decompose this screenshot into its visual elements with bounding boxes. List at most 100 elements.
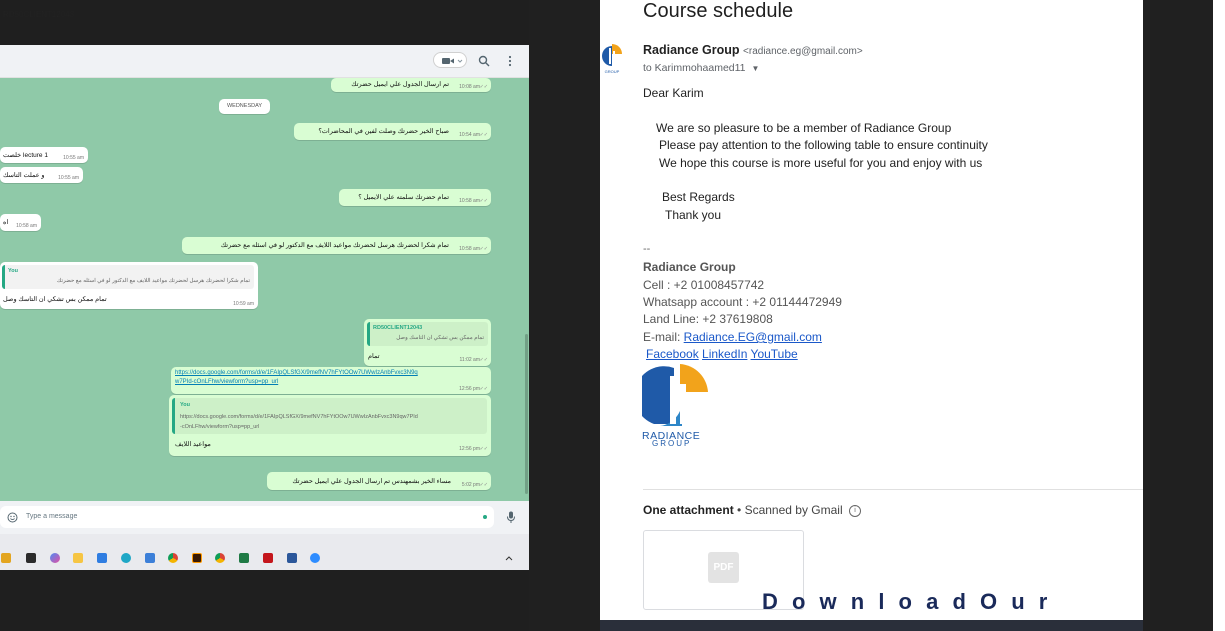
- excel-icon[interactable]: [239, 553, 249, 563]
- signature-name: Radiance Group: [643, 260, 736, 274]
- message-text: خلصت lecture 1: [3, 152, 48, 159]
- quoted-author: You: [8, 268, 18, 274]
- terminal-icon[interactable]: [26, 553, 36, 563]
- body-line: We hope this course is more useful for y…: [659, 156, 983, 170]
- zoom-icon[interactable]: [310, 553, 320, 563]
- double-check-icon: ✓✓: [479, 246, 488, 252]
- network-icon[interactable]: [97, 553, 107, 563]
- store-icon[interactable]: [1, 553, 11, 563]
- message-incoming[interactable]: اه 10:58 am: [0, 214, 41, 231]
- message-time: 10:58 am: [16, 223, 37, 229]
- double-check-icon: ✓✓: [479, 446, 488, 452]
- message-outgoing-reply[interactable]: You https://docs.google.com/forms/d/e/1F…: [169, 395, 491, 456]
- download-banner-text: D o w n l o a d O u r: [762, 589, 1052, 614]
- dark-background: [0, 0, 529, 45]
- dark-background: [0, 570, 529, 631]
- message-time: 10:55 am: [58, 175, 79, 181]
- double-check-icon: ✓✓: [479, 84, 488, 90]
- sender-avatar[interactable]: GROUP: [600, 42, 624, 76]
- pdf-label: PDF: [713, 562, 734, 573]
- form-link-line2[interactable]: w7PId-cOnLFhw/viewform?usp=pp_url: [175, 379, 278, 385]
- status-dot: [483, 515, 487, 519]
- message-text: مواعيد اللايف: [175, 441, 211, 448]
- message-time: 10:54 am: [459, 132, 480, 138]
- signature-landline: Land Line: +2 37619808: [643, 312, 773, 326]
- edge-icon[interactable]: [121, 553, 131, 563]
- attachment-title: One attachment: [643, 503, 734, 517]
- video-camera-icon: [442, 58, 463, 64]
- message-outgoing[interactable]: مساء الخير بشمهندس تم ارسال الجدول علي ا…: [267, 472, 491, 490]
- message-time: 12:56 pm: [459, 386, 480, 392]
- email-label: E-mail:: [643, 330, 684, 344]
- chat-messages-area[interactable]: تم ارسال الجدول علي ايميل حضرتك 10:08 am…: [0, 78, 529, 501]
- quoted-text: تمام ممكن بس تشكي ان التاسك وصل: [396, 335, 484, 341]
- logo-text-group: GROUP: [652, 439, 692, 448]
- recipient-text: to Karimmohaamed11: [643, 62, 746, 74]
- email-link[interactable]: Radiance.EG@gmail.com: [684, 330, 822, 344]
- chevron-up-icon[interactable]: [505, 555, 513, 561]
- message-incoming-reply[interactable]: You تمام شكرا لحضرتك هرسل لحضرتك مواعيد …: [0, 262, 258, 309]
- body-line: We are so pleasure to be a member of Rad…: [656, 121, 952, 135]
- chrome-profile-icon[interactable]: [215, 553, 225, 563]
- microphone-icon[interactable]: [506, 511, 516, 524]
- sender-name[interactable]: Radiance Group: [643, 43, 740, 57]
- quoted-text-line2: -cOnLFhw/viewform?usp=pp_url: [180, 424, 260, 430]
- emoji-icon[interactable]: [7, 512, 18, 523]
- message-text: مساء الخير بشمهندس تم ارسال الجدول علي ا…: [292, 478, 451, 485]
- message-outgoing[interactable]: تمام شكرا لحضرتك هرسل لحضرتك مواعيد اللا…: [182, 237, 491, 254]
- message-text: اه: [3, 219, 9, 226]
- form-link-line1[interactable]: https://docs.google.com/forms/d/e/1FAIpQ…: [175, 370, 418, 376]
- message-outgoing-reply[interactable]: RD50CLIENT12043 تمام ممكن بس تشكي ان الت…: [364, 319, 491, 366]
- message-incoming[interactable]: و عملت التاسك 10:55 am: [0, 167, 83, 183]
- quoted-message[interactable]: RD50CLIENT12043 تمام ممكن بس تشكي ان الت…: [367, 322, 488, 346]
- message-outgoing[interactable]: صباح الخير حضرتك وصلت لفين في المحاضرات؟…: [294, 123, 491, 140]
- message-time: 12:56 pm: [459, 446, 480, 452]
- quoted-message[interactable]: You https://docs.google.com/forms/d/e/1F…: [172, 398, 487, 434]
- regards: Best Regards: [662, 190, 735, 204]
- youtube-link[interactable]: YouTube: [751, 347, 798, 361]
- contact-name[interactable]: RD50CLIENT12043: [3, 10, 74, 19]
- greeting: Dear Karim: [643, 86, 704, 100]
- message-input[interactable]: Type a message: [26, 513, 77, 520]
- double-check-icon: ✓✓: [479, 482, 488, 488]
- double-check-icon: ✓✓: [479, 386, 488, 392]
- illustrator-icon[interactable]: [192, 553, 202, 563]
- notepad-icon[interactable]: [145, 553, 155, 563]
- recipient-line[interactable]: to Karimmohaamed11 ▼: [643, 62, 759, 74]
- quoted-text: تمام شكرا لحضرتك هرسل لحضرتك مواعيد اللا…: [56, 278, 250, 284]
- message-text: تمام حضرتك سلمته علي الايميل ؟: [358, 194, 449, 201]
- message-outgoing-link[interactable]: https://docs.google.com/forms/d/e/1FAIpQ…: [171, 367, 491, 394]
- attachment-header: One attachment • Scanned by Gmail i: [643, 503, 861, 517]
- signature-separator: --: [643, 243, 651, 255]
- signature-cell: Cell : +2 01008457742: [643, 278, 765, 292]
- message-incoming[interactable]: خلصت lecture 1 10:55 am: [0, 147, 88, 163]
- chat-scrollbar[interactable]: [525, 334, 528, 494]
- search-icon[interactable]: [478, 55, 490, 67]
- menu-dots-icon[interactable]: [507, 55, 513, 67]
- chrome-icon[interactable]: [168, 553, 178, 563]
- attachment-divider: [643, 489, 1143, 490]
- message-outgoing[interactable]: تم ارسال الجدول علي ايميل حضرتك 10:08 am…: [331, 78, 491, 92]
- quoted-message[interactable]: You تمام شكرا لحضرتك هرسل لحضرتك مواعيد …: [2, 265, 254, 289]
- quoted-author: RD50CLIENT12043: [373, 325, 423, 331]
- double-check-icon: ✓✓: [479, 357, 488, 363]
- message-outgoing[interactable]: تمام حضرتك سلمته علي الايميل ؟ 10:58 am …: [339, 189, 491, 206]
- body-line: Please pay attention to the following ta…: [659, 138, 988, 152]
- message-text: و عملت التاسك: [3, 172, 45, 179]
- linkedin-link[interactable]: LinkedIn: [702, 347, 747, 361]
- video-call-button[interactable]: [433, 52, 467, 68]
- left-gap: [0, 534, 529, 546]
- word-icon[interactable]: [287, 553, 297, 563]
- date-label: WEDNESDAY: [226, 103, 263, 109]
- svg-text:GROUP: GROUP: [605, 69, 620, 74]
- thanks: Thank you: [665, 208, 722, 222]
- info-icon[interactable]: i: [848, 504, 861, 517]
- caret-down-icon: ▼: [751, 64, 760, 73]
- message-text: تم ارسال الجدول علي ايميل حضرتك: [351, 81, 449, 88]
- mcafee-icon[interactable]: [263, 553, 273, 563]
- bottom-bar: [600, 620, 1143, 631]
- copilot-icon[interactable]: [50, 553, 60, 563]
- sender-line: Radiance Group <radiance.eg@gmail.com>: [643, 43, 863, 57]
- facebook-link[interactable]: Facebook: [646, 347, 699, 361]
- file-explorer-icon[interactable]: [73, 553, 83, 563]
